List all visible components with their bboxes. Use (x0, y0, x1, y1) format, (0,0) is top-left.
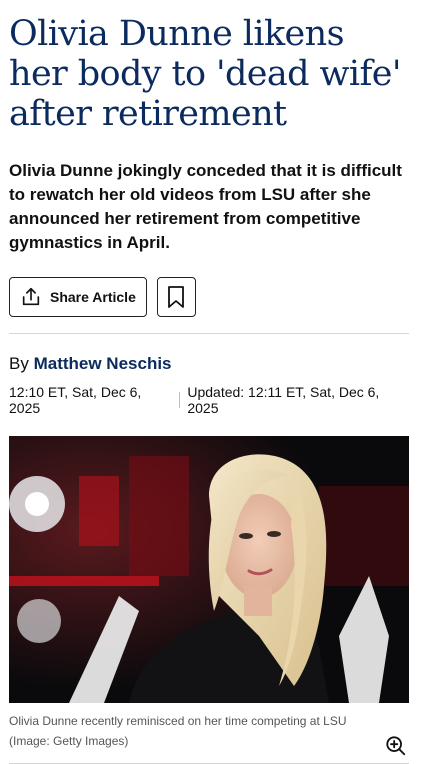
updated-time: Updated: 12:11 ET, Sat, Dec 6, 2025 (187, 384, 380, 416)
article-dek: Olivia Dunne jokingly conceded that it i… (9, 161, 402, 252)
share-icon (22, 287, 40, 306)
image-credit: (Image: Getty Images) (9, 734, 129, 748)
author-link[interactable]: Matthew Neschis (34, 354, 172, 373)
lead-image-graphic (9, 436, 409, 703)
article-actions: Share Article (9, 277, 409, 317)
bookmark-icon (168, 286, 185, 308)
image-caption: Olivia Dunne recently reminisced on her … (9, 711, 409, 756)
article-dates: 12:10 ET, Sat, Dec 6, 2025 Updated: 12:1… (9, 384, 409, 416)
byline: By Matthew Neschis (9, 354, 409, 374)
share-article-button[interactable]: Share Article (9, 277, 147, 317)
divider (9, 333, 409, 334)
headline: Olivia Dunne likens her body to 'dead wi… (9, 14, 402, 134)
share-article-label: Share Article (50, 289, 136, 305)
date-separator (179, 392, 181, 408)
article-header: Olivia Dunne likens her body to 'dead wi… (0, 14, 421, 764)
published-time: 12:10 ET, Sat, Dec 6, 2025 (9, 384, 142, 416)
byline-prefix: By (9, 354, 29, 373)
caption-text: Olivia Dunne recently reminisced on her … (9, 714, 347, 728)
zoom-in-icon[interactable] (385, 735, 407, 757)
bookmark-button[interactable] (156, 277, 196, 317)
lead-image[interactable] (9, 436, 409, 703)
